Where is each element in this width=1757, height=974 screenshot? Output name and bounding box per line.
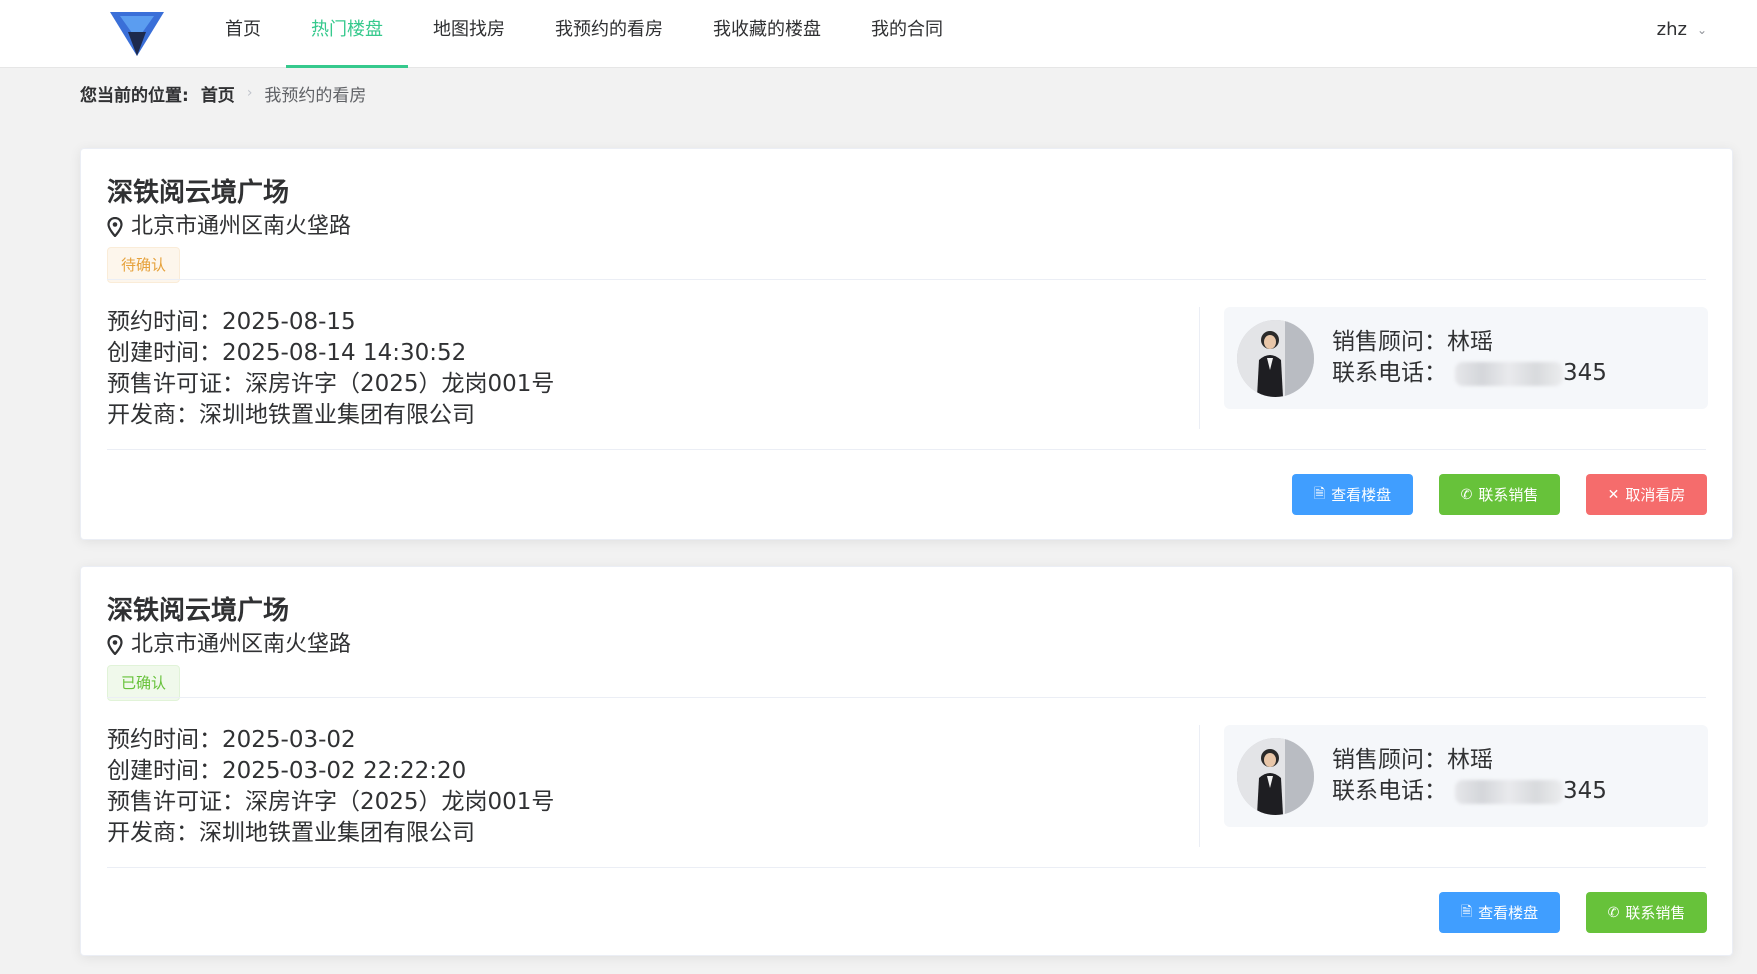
- nav-hot-properties[interactable]: 热门楼盘: [286, 0, 408, 68]
- phone-icon: ✆: [1460, 486, 1473, 503]
- phone-label: 联系电话：: [1332, 360, 1447, 386]
- view-property-button[interactable]: 🗎 查看楼盘: [1439, 892, 1560, 933]
- sales-name: 销售顾问：林瑶: [1332, 747, 1493, 773]
- document-icon: 🗎: [1313, 485, 1326, 502]
- appointment-card: 深铁阅云境广场 北京市通州区南火垡路 待确认 预约时间：2025-08-15 创…: [80, 148, 1733, 540]
- vertical-divider: [1199, 307, 1200, 429]
- sales-consultant-box: 销售顾问：林瑶 联系电话： 345: [1224, 725, 1708, 827]
- address-text: 北京市通州区南火垡路: [131, 632, 352, 657]
- divider: [107, 697, 1706, 698]
- appointment-card: 深铁阅云境广场 北京市通州区南火垡路 已确认 预约时间：2025-03-02 创…: [80, 566, 1733, 956]
- avatar: [1237, 320, 1314, 397]
- property-address: 北京市通州区南火垡路: [107, 629, 1706, 661]
- card-header: 深铁阅云境广场 北京市通州区南火垡路 已确认: [107, 593, 1706, 701]
- contact-sales-button[interactable]: ✆ 联系销售: [1439, 474, 1560, 515]
- presale-license: 预售许可证：深房许字（2025）龙岗001号: [107, 789, 555, 815]
- location-pin-icon: [107, 635, 123, 655]
- status-badge: 待确认: [107, 247, 181, 283]
- chevron-right-icon: ›: [246, 85, 253, 101]
- created-time: 创建时间：2025-08-14 14:30:52: [107, 340, 467, 366]
- appointment-time: 预约时间：2025-03-02: [107, 727, 356, 753]
- divider: [107, 867, 1706, 868]
- phone-icon: ✆: [1607, 904, 1620, 921]
- sales-info: 销售顾问：林瑶 联系电话： 345: [1332, 327, 1607, 389]
- sales-name: 销售顾问：林瑶: [1332, 329, 1493, 355]
- breadcrumb-home[interactable]: 首页: [201, 81, 235, 106]
- appointment-time: 预约时间：2025-08-15: [107, 309, 356, 335]
- chevron-down-icon: ⌄: [1696, 23, 1707, 37]
- document-icon: 🗎: [1460, 903, 1473, 920]
- card-actions: 🗎 查看楼盘 ✆ 联系销售 ✕ 取消看房: [1292, 474, 1707, 515]
- status-badge: 已确认: [107, 665, 181, 701]
- user-menu[interactable]: zhz ⌄: [1657, 0, 1707, 60]
- top-navbar: 首页 热门楼盘 地图找房 我预约的看房 我收藏的楼盘 我的合同 zhz ⌄: [0, 0, 1757, 68]
- sales-info: 销售顾问：林瑶 联系电话： 345: [1332, 745, 1607, 807]
- main-nav: 首页 热门楼盘 地图找房 我预约的看房 我收藏的楼盘 我的合同: [200, 0, 968, 68]
- nav-my-favorites[interactable]: 我收藏的楼盘: [688, 0, 846, 68]
- cancel-viewing-button[interactable]: ✕ 取消看房: [1586, 474, 1707, 515]
- phone-suffix: 345: [1563, 360, 1607, 386]
- phone-label: 联系电话：: [1332, 778, 1447, 804]
- username: zhz: [1656, 19, 1687, 40]
- phone-redacted: [1455, 779, 1563, 804]
- contact-sales-button[interactable]: ✆ 联系销售: [1586, 892, 1707, 933]
- nav-home[interactable]: 首页: [200, 0, 286, 68]
- nav-my-contracts[interactable]: 我的合同: [846, 0, 968, 68]
- nav-map-search[interactable]: 地图找房: [408, 0, 530, 68]
- breadcrumb-label: 您当前的位置:: [80, 85, 189, 106]
- divider: [107, 279, 1706, 280]
- nav-my-appointments[interactable]: 我预约的看房: [530, 0, 688, 68]
- developer: 开发商：深圳地铁置业集团有限公司: [107, 820, 475, 846]
- created-time: 创建时间：2025-03-02 22:22:20: [107, 758, 467, 784]
- card-header: 深铁阅云境广场 北京市通州区南火垡路 待确认: [107, 175, 1706, 283]
- breadcrumb-current: 我预约的看房: [264, 85, 367, 106]
- phone-suffix: 345: [1563, 778, 1607, 804]
- divider: [107, 449, 1706, 450]
- phone-redacted: [1455, 361, 1563, 386]
- appointment-details: 预约时间：2025-08-15 创建时间：2025-08-14 14:30:52…: [107, 307, 554, 431]
- sales-consultant-box: 销售顾问：林瑶 联系电话： 345: [1224, 307, 1708, 409]
- presale-license: 预售许可证：深房许字（2025）龙岗001号: [107, 371, 555, 397]
- property-address: 北京市通州区南火垡路: [107, 211, 1706, 243]
- card-actions: 🗎 查看楼盘 ✆ 联系销售: [1439, 892, 1707, 933]
- property-title: 深铁阅云境广场: [107, 178, 290, 208]
- sales-phone: 联系电话： 345: [1332, 358, 1607, 389]
- view-property-button[interactable]: 🗎 查看楼盘: [1292, 474, 1413, 515]
- close-icon: ✕: [1607, 486, 1620, 503]
- logo-icon[interactable]: [110, 10, 164, 58]
- breadcrumb: 您当前的位置: 首页 › 我预约的看房: [80, 80, 366, 106]
- avatar: [1237, 738, 1314, 815]
- sales-phone: 联系电话： 345: [1332, 776, 1607, 807]
- address-text: 北京市通州区南火垡路: [131, 214, 352, 239]
- location-pin-icon: [107, 217, 123, 237]
- appointment-details: 预约时间：2025-03-02 创建时间：2025-03-02 22:22:20…: [107, 725, 554, 849]
- vertical-divider: [1199, 725, 1200, 847]
- developer: 开发商：深圳地铁置业集团有限公司: [107, 402, 475, 428]
- property-title: 深铁阅云境广场: [107, 596, 290, 626]
